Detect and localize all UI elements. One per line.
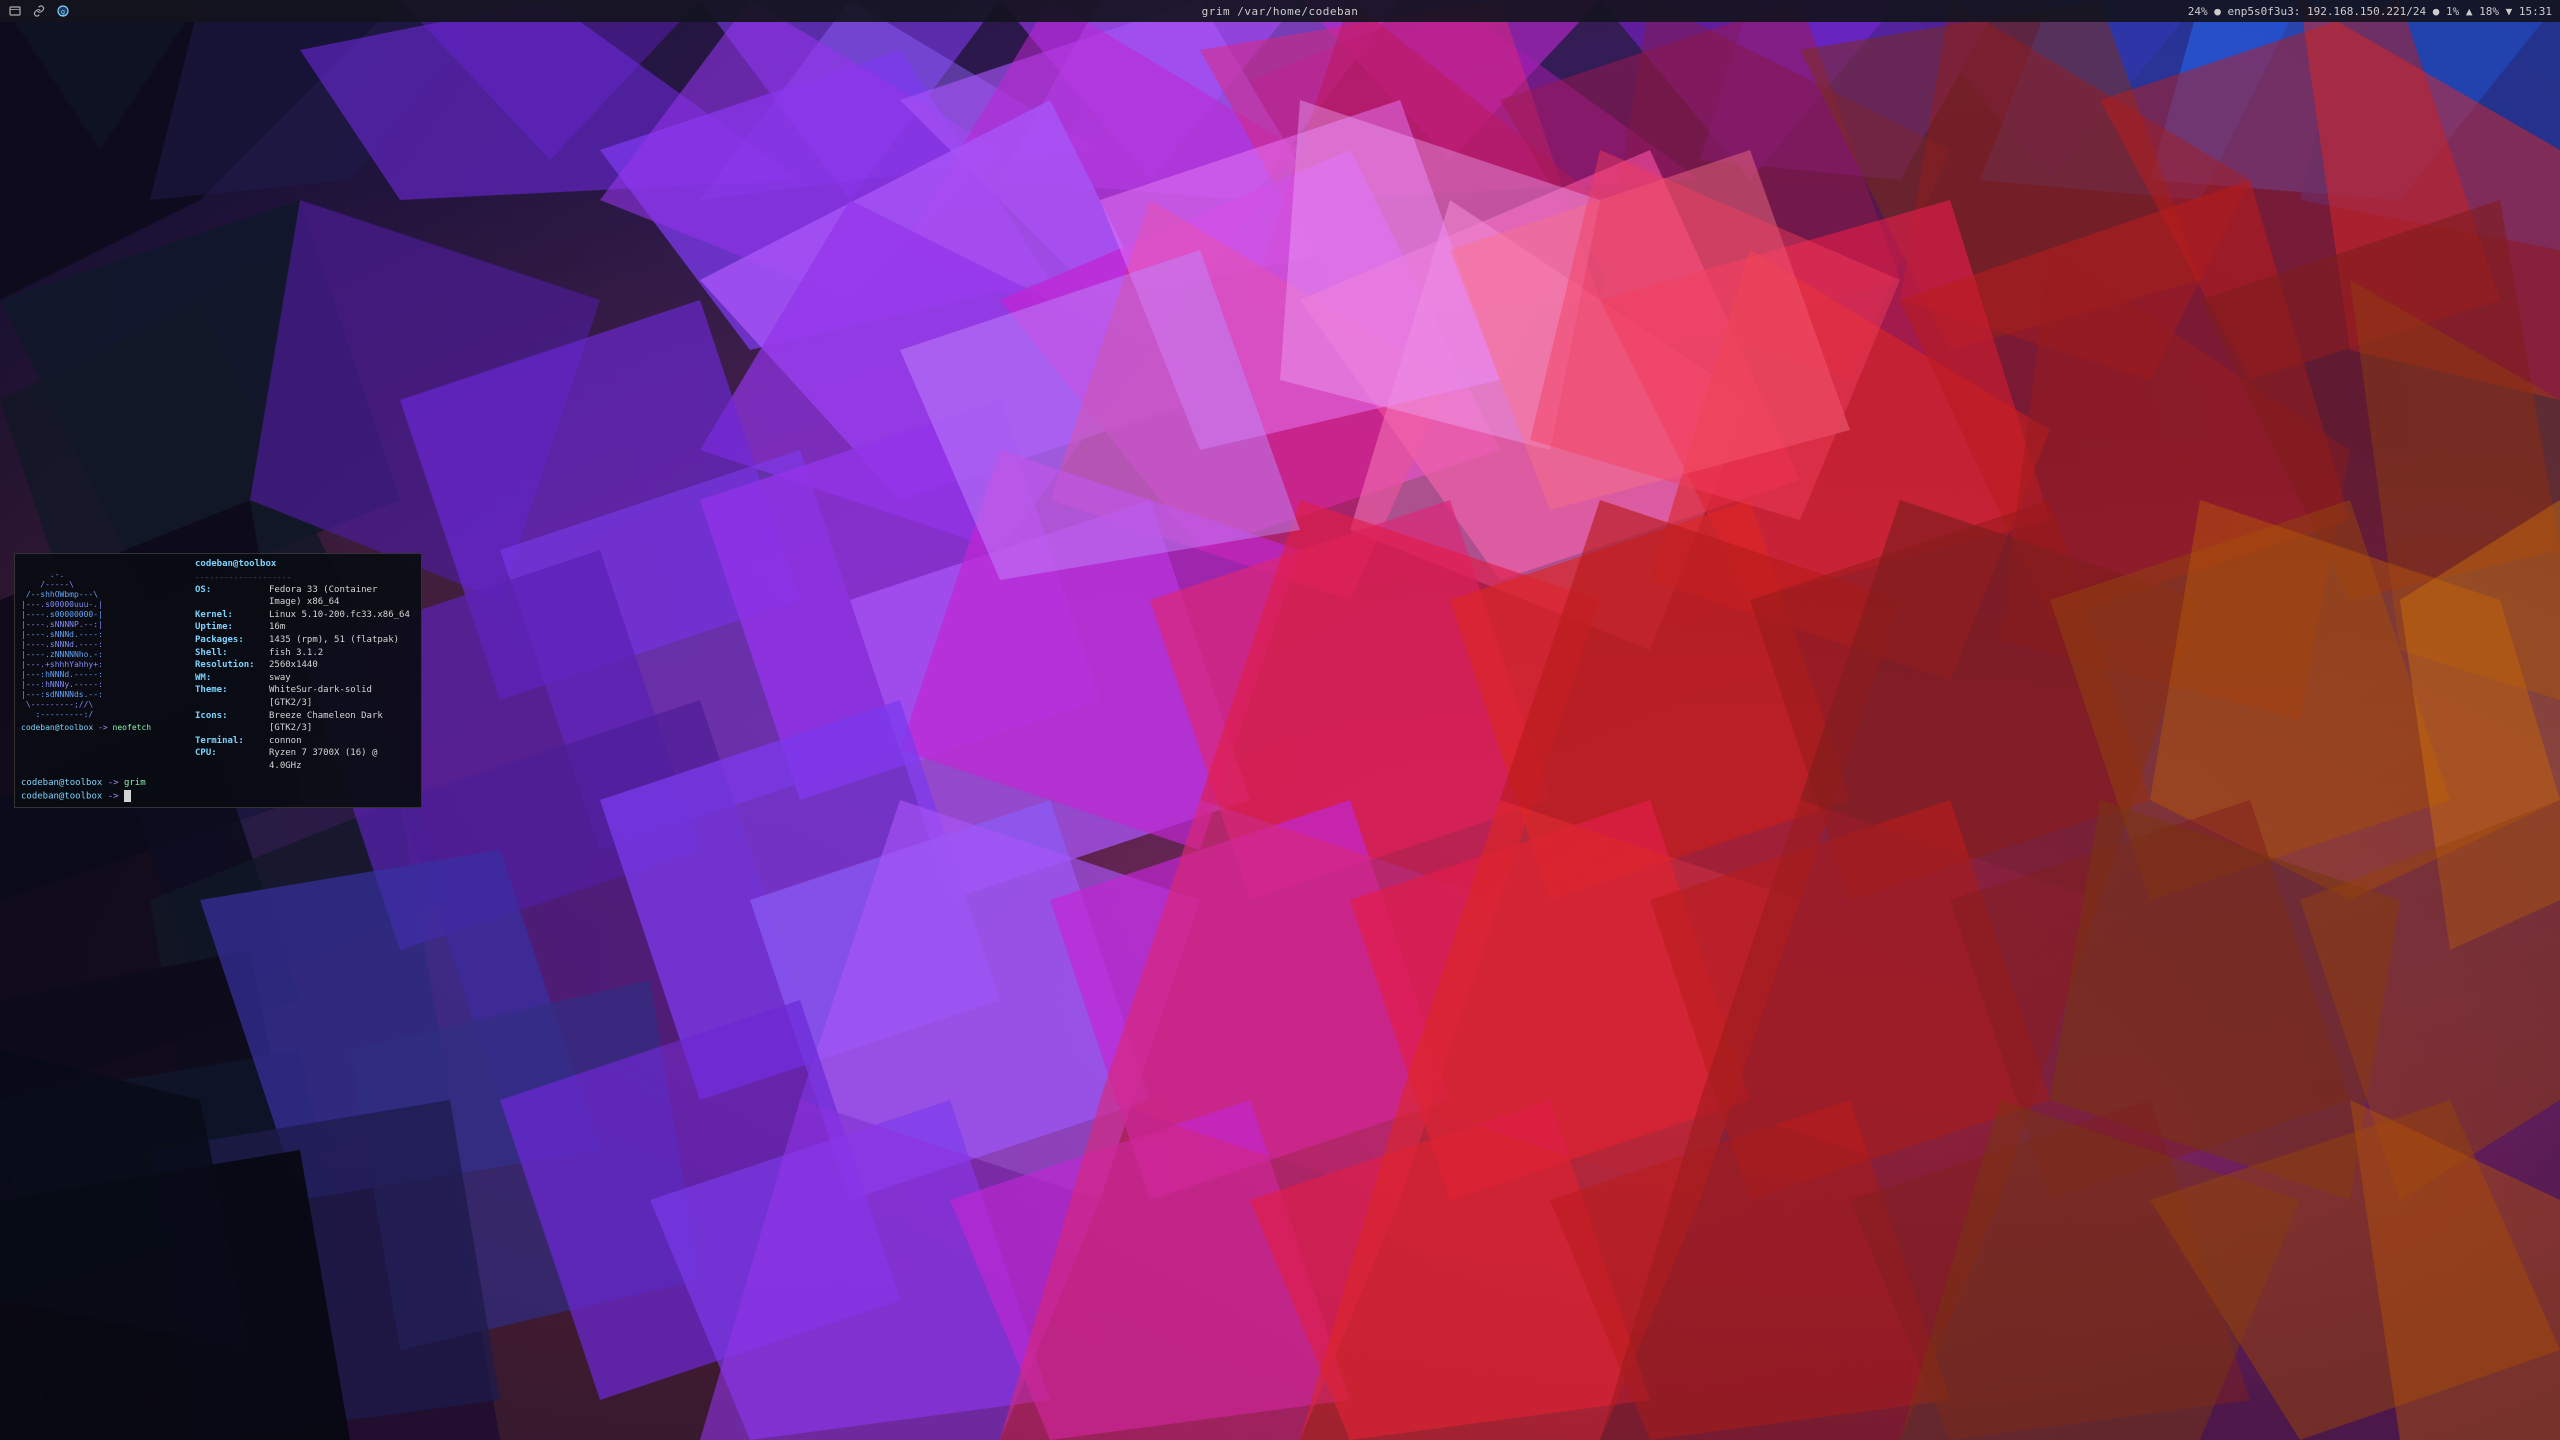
neofetch-divider: -------------------- (195, 572, 413, 584)
app-icon[interactable]: g (56, 4, 70, 18)
topbar: g grim /var/home/codeban 24% ● enp5s0f3u… (0, 0, 2560, 22)
info-line: Packages:1435 (rpm), 51 (flatpak) (195, 634, 413, 647)
info-line: Icons:Breeze Chameleon Dark [GTK2/3] (195, 710, 413, 735)
info-value: sway (269, 672, 291, 685)
info-value: Breeze Chameleon Dark [GTK2/3] (269, 710, 413, 735)
prompt-line-2: codeban@toolbox -> (21, 790, 415, 804)
info-value: Fedora 33 (Container Image) x86_64 (269, 584, 413, 609)
topbar-left: g (8, 4, 70, 18)
neofetch-header: codeban@toolbox (195, 558, 413, 571)
info-label: Kernel: (195, 609, 267, 622)
info-line: OS:Fedora 33 (Container Image) x86_64 (195, 584, 413, 609)
info-line: Kernel:Linux 5.10-200.fc33.x86_64 (195, 609, 413, 622)
prompt-arrow-2: -> (108, 792, 124, 802)
info-value: Ryzen 7 3700X (16) @ 4.0GHz (269, 747, 413, 772)
info-line: Uptime:16m (195, 621, 413, 634)
info-line: WM:sway (195, 672, 413, 685)
info-label: OS: (195, 584, 267, 609)
info-label: WM: (195, 672, 267, 685)
info-label: Shell: (195, 647, 267, 660)
info-label: Theme: (195, 684, 267, 709)
prompt-arrow-1: -> (108, 778, 124, 788)
terminal-content: .-. /-----\ /--shhOWbmp---\ |---.s00000u… (15, 554, 421, 774)
topbar-title: grim /var/home/codeban (1202, 5, 1359, 18)
window-title: grim /var/home/codeban (1202, 5, 1359, 18)
terminal-window[interactable]: .-. /-----\ /--shhOWbmp---\ |---.s00000u… (14, 553, 422, 808)
info-label: CPU: (195, 747, 267, 772)
topbar-status: 24% ● enp5s0f3u3: 192.168.150.221/24 ● 1… (2188, 5, 2552, 18)
info-label: Icons: (195, 710, 267, 735)
info-value: 1435 (rpm), 51 (flatpak) (269, 634, 399, 647)
info-line: Theme:WhiteSur-dark-solid [GTK2/3] (195, 684, 413, 709)
window-manager-icon[interactable] (8, 4, 22, 18)
prompt-user-1: codeban@toolbox (21, 778, 102, 788)
info-label: Packages: (195, 634, 267, 647)
info-line: CPU:Ryzen 7 3700X (16) @ 4.0GHz (195, 747, 413, 772)
cursor (124, 790, 131, 802)
info-line: Shell:fish 3.1.2 (195, 647, 413, 660)
info-value: fish 3.1.2 (269, 647, 323, 660)
info-value: connon (269, 735, 302, 748)
info-value: 16m (269, 621, 285, 634)
info-line: Terminal:connon (195, 735, 413, 748)
prompt-user-2: codeban@toolbox (21, 792, 102, 802)
info-label: Terminal: (195, 735, 267, 748)
link-icon[interactable] (32, 4, 46, 18)
terminal-ascii-panel: .-. /-----\ /--shhOWbmp---\ |---.s00000u… (15, 554, 187, 774)
info-label: Resolution: (195, 659, 267, 672)
info-value: 2560x1440 (269, 659, 318, 672)
status-text: 24% ● enp5s0f3u3: 192.168.150.221/24 ● 1… (2188, 5, 2552, 18)
prompt-cmd-1: grim (124, 778, 146, 788)
neofetch-lines: OS:Fedora 33 (Container Image) x86_64Ker… (195, 584, 413, 774)
info-line: Resolution:2560x1440 (195, 659, 413, 672)
terminal-prompt-area[interactable]: codeban@toolbox -> grim codeban@toolbox … (15, 774, 421, 808)
prompt-line-1: codeban@toolbox -> grim (21, 777, 415, 791)
terminal-info-panel: codeban@toolbox -------------------- OS:… (187, 554, 421, 774)
svg-text:g: g (61, 8, 65, 16)
info-label: Uptime: (195, 621, 267, 634)
info-value: WhiteSur-dark-solid [GTK2/3] (269, 684, 413, 709)
info-value: Linux 5.10-200.fc33.x86_64 (269, 609, 410, 622)
